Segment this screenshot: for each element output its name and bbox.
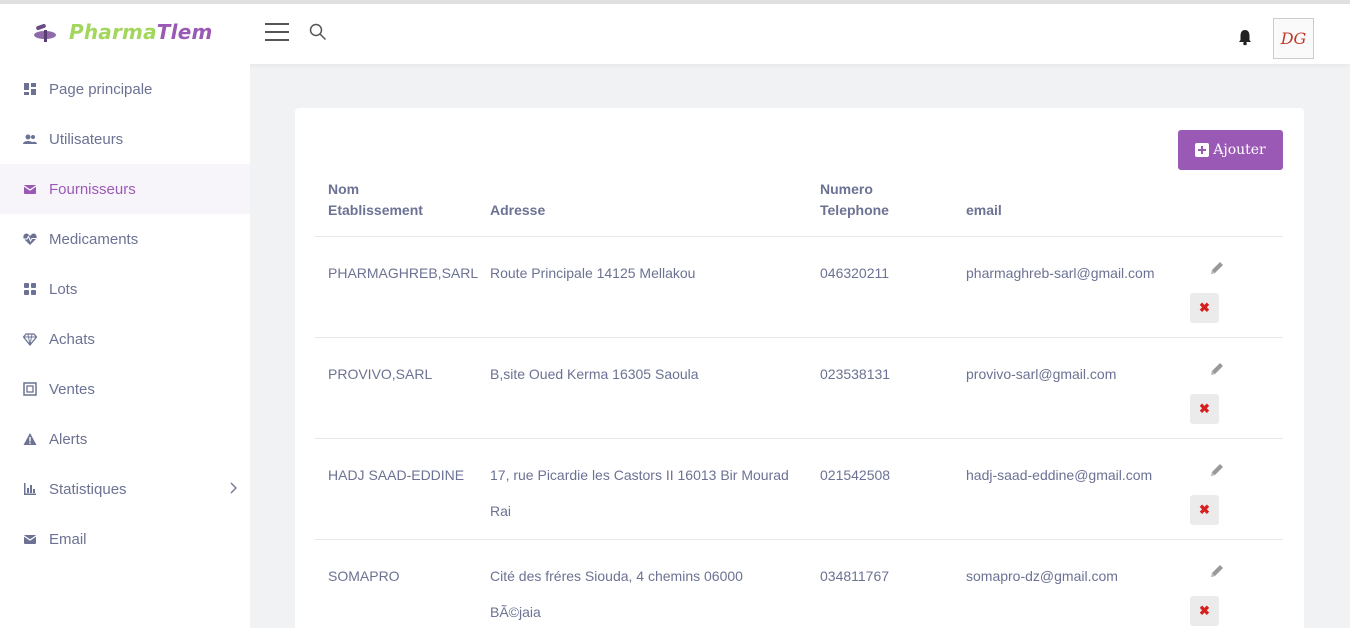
sidebar-item-alerts[interactable]: Alerts (0, 414, 250, 464)
column-header-email: email (966, 202, 1002, 218)
delete-button[interactable]: ✖ (1190, 495, 1219, 525)
pencil-icon[interactable] (1208, 562, 1226, 580)
menu-toggle-icon[interactable] (265, 23, 289, 43)
suppliers-card: Ajouter Nom Etablissement Adresse Numero T… (295, 108, 1304, 628)
column-header-telephone: Numero Telephone (820, 181, 889, 218)
diamond-icon (23, 333, 37, 346)
delete-button[interactable]: ✖ (1190, 596, 1219, 626)
sidebar-item-label: Alerts (49, 430, 88, 448)
cell-nom: PROVIVO,SARL (328, 366, 433, 382)
close-icon: ✖ (1199, 300, 1210, 315)
delete-button[interactable]: ✖ (1190, 293, 1219, 323)
cell-nom: SOMAPRO (328, 568, 400, 584)
close-icon: ✖ (1199, 603, 1210, 618)
heartbeat-icon (23, 233, 37, 245)
sidebar-item-label: Statistiques (49, 480, 127, 498)
table-row: SOMAPRO Cité des fréres Siouda, 4 chemin… (315, 540, 1283, 628)
sidebar-item-page-principale[interactable]: Page principale (0, 64, 250, 114)
grid-icon (24, 283, 36, 295)
table-header: Nom Etablissement Adresse Numero Telephone… (315, 181, 1283, 237)
sidebar-item-label: Page principale (49, 80, 153, 98)
chevron-right-icon (230, 482, 237, 494)
cell-telephone: 034811767 (820, 568, 890, 584)
users-icon (23, 134, 37, 144)
column-header-nom: Nom Etablissement (328, 181, 423, 218)
column-header-adresse: Adresse (490, 202, 546, 218)
sidebar-item-lots[interactable]: Lots (0, 264, 250, 314)
envelope-icon (23, 185, 37, 194)
sidebar-item-label: Ventes (49, 380, 95, 398)
sidebar-item-label: Fournisseurs (49, 180, 136, 198)
pencil-icon[interactable] (1208, 461, 1226, 479)
cell-email: provivo-sarl@gmail.com (966, 366, 1117, 382)
cell-email: somapro-dz@gmail.com (966, 568, 1118, 584)
cell-telephone: 023538131 (820, 366, 891, 382)
search-icon[interactable] (309, 23, 327, 41)
cell-telephone: 021542508 (820, 467, 891, 483)
brand-logo[interactable]: PharmaTlem (32, 18, 213, 46)
sidebar-item-statistiques[interactable]: Statistiques (0, 464, 250, 514)
delete-button[interactable]: ✖ (1190, 394, 1219, 424)
pharmacy-logo-icon (34, 23, 56, 42)
top-navbar: PharmaTlem DG (0, 0, 1350, 64)
table-row: PROVIVO,SARL B,site Oued Kerma 16305 Sao… (315, 338, 1283, 439)
sidebar-item-ventes[interactable]: Ventes (0, 364, 250, 414)
bell-icon[interactable] (1236, 28, 1254, 46)
pencil-icon[interactable] (1208, 360, 1226, 378)
warning-icon (23, 433, 37, 445)
sidebar-item-fournisseurs[interactable]: Fournisseurs (0, 164, 250, 214)
user-avatar[interactable]: DG (1273, 18, 1314, 59)
table-row: HADJ SAAD-EDDINE 17, rue Picardie les Ca… (315, 439, 1283, 540)
sidebar-item-label: Lots (49, 280, 78, 298)
plus-square-icon (1195, 143, 1210, 157)
cell-nom: HADJ SAAD-EDDINE (328, 467, 465, 483)
sidebar-item-label: Medicaments (49, 230, 139, 248)
bar-chart-icon (24, 483, 36, 495)
close-icon: ✖ (1199, 401, 1210, 416)
mail-icon (23, 535, 37, 544)
sidebar-item-label: Email (49, 530, 87, 548)
sidebar: Page principale Utilisateurs Fournisseur… (0, 64, 250, 628)
sidebar-item-email[interactable]: Email (0, 514, 250, 564)
cell-email: hadj-saad-eddine@gmail.com (966, 467, 1153, 483)
add-button-label: Ajouter (1213, 142, 1266, 158)
cell-adresse: B,site Oued Kerma 16305 Saoula (490, 366, 699, 382)
sidebar-item-achats[interactable]: Achats (0, 314, 250, 364)
cell-telephone: 046320211 (820, 265, 890, 281)
cell-adresse: Route Principale 14125 Mellakou (490, 265, 696, 281)
add-supplier-button[interactable]: Ajouter (1178, 130, 1283, 170)
sidebar-item-utilisateurs[interactable]: Utilisateurs (0, 114, 250, 164)
sidebar-item-label: Utilisateurs (49, 130, 124, 148)
box-icon (23, 382, 37, 396)
sidebar-item-label: Achats (49, 330, 95, 348)
cell-email: pharmaghreb-sarl@gmail.com (966, 265, 1155, 281)
table-row: PHARMAGHREB,SARL Route Principale 14125 … (315, 237, 1283, 338)
cell-nom: PHARMAGHREB,SARL (328, 265, 479, 281)
pencil-icon[interactable] (1208, 259, 1226, 277)
brand-name: PharmaTlem (69, 20, 213, 44)
dashboard-icon (24, 83, 36, 95)
close-icon: ✖ (1199, 502, 1210, 517)
cell-adresse: 17, rue Picardie les Castors II 16013 Bi… (490, 467, 789, 519)
sidebar-item-medicaments[interactable]: Medicaments (0, 214, 250, 264)
cell-adresse: Cité des fréres Siouda, 4 chemins 06000 … (490, 568, 743, 620)
